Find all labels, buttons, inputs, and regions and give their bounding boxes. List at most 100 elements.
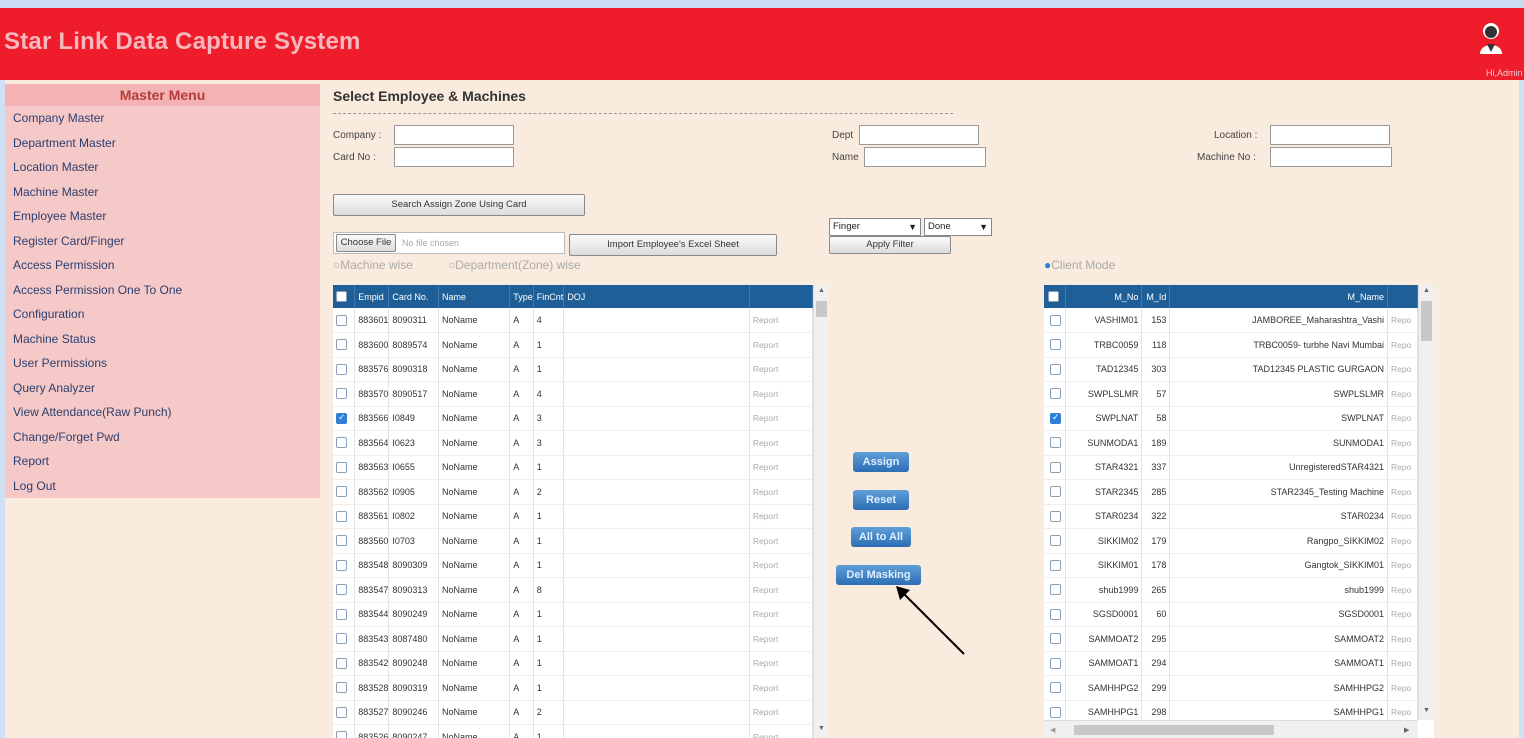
report-link[interactable]: Report — [749, 357, 814, 382]
row-checkbox[interactable] — [336, 437, 347, 449]
row-checkbox[interactable] — [1050, 657, 1061, 669]
table-row[interactable]: 883528 8090319 NoName A 1 Report — [333, 675, 814, 701]
assign-button[interactable]: Assign — [853, 452, 909, 472]
report-link[interactable]: Repo — [1387, 381, 1419, 407]
sidebar-item[interactable]: Change/Forget Pwd — [5, 425, 320, 450]
hscroll-thumb[interactable] — [1074, 725, 1274, 735]
row-select-cell[interactable] — [333, 724, 356, 738]
row-select-cell[interactable] — [333, 479, 356, 505]
report-link[interactable]: Repo — [1387, 430, 1419, 456]
report-link[interactable]: Report — [749, 724, 814, 738]
table-row[interactable]: 883563 I0655 NoName A 1 Report — [333, 455, 814, 480]
table-row[interactable]: 883570 8090517 NoName A 4 Report — [333, 381, 814, 407]
sidebar-item[interactable]: User Permissions — [5, 351, 320, 376]
scroll-thumb[interactable] — [816, 301, 827, 317]
row-select-cell[interactable] — [333, 357, 356, 382]
report-link[interactable]: Report — [749, 455, 814, 480]
row-checkbox[interactable] — [336, 682, 347, 694]
row-checkbox[interactable] — [1050, 584, 1061, 596]
row-checkbox[interactable] — [336, 608, 347, 620]
table-row[interactable]: SAMMOAT2 295 SAMMOAT2 Repo — [1044, 626, 1419, 652]
report-link[interactable]: Report — [749, 528, 814, 554]
row-checkbox[interactable] — [336, 339, 347, 351]
report-link[interactable]: Report — [749, 651, 814, 676]
report-link[interactable]: Repo — [1387, 602, 1419, 627]
row-checkbox[interactable] — [336, 633, 347, 645]
radio-machine-wise[interactable]: ○Machine wise — [333, 258, 413, 272]
report-link[interactable]: Report — [749, 406, 814, 431]
row-checkbox[interactable] — [336, 314, 347, 326]
sidebar-item[interactable]: Employee Master — [5, 204, 320, 229]
report-link[interactable]: Repo — [1387, 626, 1419, 652]
row-select-cell[interactable] — [1044, 675, 1067, 701]
table-row[interactable]: STAR4321 337 UnregisteredSTAR4321 Repo — [1044, 455, 1419, 480]
status-select[interactable]: Done ▼ — [924, 218, 992, 236]
choose-file-button[interactable]: Choose File — [336, 234, 396, 252]
table-row[interactable]: 883560 I0703 NoName A 1 Report — [333, 528, 814, 554]
report-link[interactable]: Repo — [1387, 528, 1419, 554]
row-select-cell[interactable] — [1044, 406, 1067, 431]
report-link[interactable]: Repo — [1387, 651, 1419, 676]
report-link[interactable]: Repo — [1387, 332, 1419, 358]
table-row[interactable]: 883527 8090246 NoName A 2 Report — [333, 700, 814, 725]
table-row[interactable]: 883576 8090318 NoName A 1 Report — [333, 357, 814, 382]
row-select-cell[interactable] — [333, 700, 356, 725]
table-row[interactable]: 883544 8090249 NoName A 1 Report — [333, 602, 814, 627]
import-excel-button[interactable]: Import Employee's Excel Sheet — [569, 234, 777, 256]
col-header[interactable]: Type — [509, 285, 534, 308]
report-link[interactable]: Report — [749, 504, 814, 529]
sidebar-item[interactable]: Machine Status — [5, 327, 320, 352]
row-select-cell[interactable] — [1044, 528, 1067, 554]
report-link[interactable]: Repo — [1387, 675, 1419, 701]
row-checkbox[interactable] — [1050, 363, 1061, 375]
col-header[interactable]: DOJ — [563, 285, 750, 308]
name-input[interactable] — [864, 147, 986, 167]
report-link[interactable]: Report — [749, 626, 814, 652]
col-header[interactable]: Empid — [354, 285, 390, 308]
row-checkbox[interactable] — [1050, 608, 1061, 620]
row-checkbox[interactable] — [1050, 559, 1061, 571]
row-select-cell[interactable] — [333, 406, 356, 431]
table-row[interactable]: 883526 8090247 NoName A 1 Report — [333, 724, 814, 738]
type-select[interactable]: Finger ▼ — [829, 218, 921, 236]
row-select-cell[interactable] — [333, 553, 356, 578]
row-checkbox[interactable] — [1050, 412, 1061, 424]
col-header[interactable]: Name — [438, 285, 511, 308]
machine-no-input[interactable] — [1270, 147, 1392, 167]
row-select-cell[interactable] — [333, 455, 356, 480]
row-select-cell[interactable] — [1044, 479, 1067, 505]
report-link[interactable]: Report — [749, 332, 814, 358]
row-checkbox[interactable] — [336, 388, 347, 400]
row-checkbox[interactable] — [1050, 388, 1061, 400]
report-link[interactable]: Report — [749, 553, 814, 578]
report-link[interactable]: Repo — [1387, 553, 1419, 578]
sidebar-item[interactable]: Location Master — [5, 155, 320, 180]
table-row[interactable]: TAD12345 303 TAD12345 PLASTIC GURGAON Repo — [1044, 357, 1419, 382]
row-checkbox[interactable] — [1050, 535, 1061, 547]
table-row[interactable]: SIKKIM01 178 Gangtok_SIKKIM01 Repo — [1044, 553, 1419, 578]
row-select-cell[interactable] — [1044, 430, 1067, 456]
row-checkbox[interactable] — [1050, 461, 1061, 473]
row-select-cell[interactable] — [333, 308, 356, 333]
table-row[interactable]: SWPLNAT58SWPLNATRepo — [1044, 406, 1419, 431]
table-row[interactable]: STAR2345 285 STAR2345_Testing Machine Repo — [1044, 479, 1419, 505]
report-link[interactable]: Repo — [1387, 406, 1419, 431]
scroll-left-icon[interactable]: ◀ — [1050, 726, 1055, 734]
row-checkbox[interactable] — [1050, 314, 1061, 326]
report-link[interactable]: Repo — [1387, 455, 1419, 480]
select-all-checkbox[interactable] — [336, 291, 347, 303]
row-checkbox[interactable] — [1050, 486, 1061, 498]
reset-button[interactable]: Reset — [853, 490, 909, 510]
sidebar-item[interactable]: Machine Master — [5, 180, 320, 205]
table-row[interactable]: STAR0234 322 STAR0234 Repo — [1044, 504, 1419, 529]
table-row[interactable]: TRBC0059 118 TRBC0059- turbhe Navi Mumbai R… — [1044, 332, 1419, 358]
scroll-up-icon[interactable]: ▲ — [814, 287, 828, 294]
table-row[interactable]: 883548 8090309 NoName A 1 Report — [333, 553, 814, 578]
table-row[interactable]: SAMMOAT1 294 SAMMOAT1 Repo — [1044, 651, 1419, 676]
row-checkbox[interactable] — [1050, 437, 1061, 449]
report-link[interactable]: Repo — [1387, 504, 1419, 529]
col-header[interactable]: FinCnt — [533, 285, 565, 308]
scroll-thumb[interactable] — [1421, 301, 1432, 341]
sidebar-item[interactable]: Access Permission One To One — [5, 278, 320, 303]
machine-table-hscrollbar[interactable]: ◀ ▶ — [1044, 720, 1418, 738]
